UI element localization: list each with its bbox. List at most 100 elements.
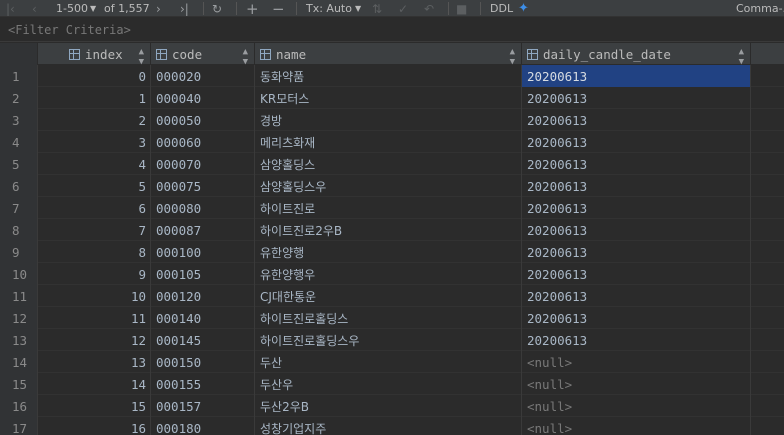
- cell-name[interactable]: 하이트진로: [255, 197, 522, 219]
- filter-criteria-input[interactable]: <Filter Criteria>: [0, 19, 784, 42]
- sort-icon[interactable]: ▲ ▼: [739, 47, 744, 67]
- page-range-selector[interactable]: 1-500 ▼: [56, 0, 96, 17]
- cell-code[interactable]: 000050: [151, 109, 255, 131]
- cell-name[interactable]: 삼양홀딩스우: [255, 175, 522, 197]
- cell-code[interactable]: 000060: [151, 131, 255, 153]
- cell-name[interactable]: KR모터스: [255, 87, 522, 109]
- refresh-icon[interactable]: ↻: [212, 0, 222, 17]
- cell-name[interactable]: 메리츠화재: [255, 131, 522, 153]
- cell-code[interactable]: 000145: [151, 329, 255, 351]
- cell-name[interactable]: 두산2우B: [255, 395, 522, 417]
- cell-name[interactable]: 동화약품: [255, 65, 522, 87]
- cell-code[interactable]: 000100: [151, 241, 255, 263]
- table-row[interactable]: 16 15 000157 두산2우B <null>: [0, 395, 784, 417]
- cell-index[interactable]: 1: [38, 87, 151, 109]
- cell-name[interactable]: 삼양홀딩스: [255, 153, 522, 175]
- db-submit-icon[interactable]: ⇅: [372, 0, 382, 17]
- tx-mode-selector[interactable]: Tx: Auto ▼: [306, 0, 361, 17]
- cell-name[interactable]: 하이트진로홀딩스: [255, 307, 522, 329]
- cell-index[interactable]: 2: [38, 109, 151, 131]
- cell-daily-candle-date[interactable]: 20200613: [522, 241, 751, 263]
- cell-daily-candle-date[interactable]: <null>: [522, 373, 751, 395]
- cell-code[interactable]: 000040: [151, 87, 255, 109]
- table-row[interactable]: 17 16 000180 성창기업지주 <null>: [0, 417, 784, 435]
- cell-name[interactable]: 하이트진로2우B: [255, 219, 522, 241]
- column-header-daily-candle-date[interactable]: daily_candle_date ▲ ▼: [522, 43, 751, 67]
- cell-index[interactable]: 11: [38, 307, 151, 329]
- table-row[interactable]: 15 14 000155 두산우 <null>: [0, 373, 784, 395]
- cell-daily-candle-date[interactable]: 20200613: [522, 65, 751, 87]
- cell-name[interactable]: 경방: [255, 109, 522, 131]
- cell-daily-candle-date[interactable]: 20200613: [522, 329, 751, 351]
- table-row[interactable]: 5 4 000070 삼양홀딩스 20200613: [0, 153, 784, 175]
- cell-name[interactable]: 유한양행우: [255, 263, 522, 285]
- table-row[interactable]: 7 6 000080 하이트진로 20200613: [0, 197, 784, 219]
- cell-name[interactable]: CJ대한통운: [255, 285, 522, 307]
- pin-icon[interactable]: ✦: [518, 0, 529, 17]
- prev-page-icon[interactable]: ‹: [32, 0, 37, 17]
- cell-name[interactable]: 하이트진로홀딩스우: [255, 329, 522, 351]
- delete-row-icon[interactable]: −: [272, 0, 285, 18]
- cell-index[interactable]: 8: [38, 241, 151, 263]
- cell-daily-candle-date[interactable]: 20200613: [522, 175, 751, 197]
- cell-code[interactable]: 000070: [151, 153, 255, 175]
- table-row[interactable]: 3 2 000050 경방 20200613: [0, 109, 784, 131]
- cell-name[interactable]: 유한양행: [255, 241, 522, 263]
- cell-index[interactable]: 3: [38, 131, 151, 153]
- cell-name[interactable]: 두산: [255, 351, 522, 373]
- cell-code[interactable]: 000105: [151, 263, 255, 285]
- cell-index[interactable]: 9: [38, 263, 151, 285]
- table-row[interactable]: 2 1 000040 KR모터스 20200613: [0, 87, 784, 109]
- commit-check-icon[interactable]: ✓: [398, 0, 408, 17]
- cell-code[interactable]: 000180: [151, 417, 255, 435]
- table-row[interactable]: 13 12 000145 하이트진로홀딩스우 20200613: [0, 329, 784, 351]
- cell-index[interactable]: 4: [38, 153, 151, 175]
- cell-daily-candle-date[interactable]: 20200613: [522, 197, 751, 219]
- cell-code[interactable]: 000157: [151, 395, 255, 417]
- cell-daily-candle-date[interactable]: 20200613: [522, 131, 751, 153]
- cell-name[interactable]: 성창기업지주: [255, 417, 522, 435]
- cell-index[interactable]: 6: [38, 197, 151, 219]
- table-row[interactable]: 12 11 000140 하이트진로홀딩스 20200613: [0, 307, 784, 329]
- table-row[interactable]: 10 9 000105 유한양행우 20200613: [0, 263, 784, 285]
- ddl-button[interactable]: DDL: [490, 0, 513, 17]
- table-row[interactable]: 6 5 000075 삼양홀딩스우 20200613: [0, 175, 784, 197]
- column-header-index[interactable]: index ▲ ▼: [38, 43, 151, 67]
- cell-index[interactable]: 0: [38, 65, 151, 87]
- cell-index[interactable]: 12: [38, 329, 151, 351]
- cell-code[interactable]: 000087: [151, 219, 255, 241]
- cell-index[interactable]: 10: [38, 285, 151, 307]
- table-row[interactable]: 11 10 000120 CJ대한통운 20200613: [0, 285, 784, 307]
- stop-icon[interactable]: ■: [456, 0, 467, 17]
- table-row[interactable]: 14 13 000150 두산 <null>: [0, 351, 784, 373]
- sort-icon[interactable]: ▲ ▼: [139, 47, 144, 67]
- cell-index[interactable]: 15: [38, 395, 151, 417]
- cell-code[interactable]: 000150: [151, 351, 255, 373]
- cell-code[interactable]: 000120: [151, 285, 255, 307]
- sort-icon[interactable]: ▲ ▼: [510, 47, 515, 67]
- sort-icon[interactable]: ▲ ▼: [243, 47, 248, 67]
- next-page-icon[interactable]: ›: [156, 0, 161, 17]
- cell-daily-candle-date[interactable]: 20200613: [522, 219, 751, 241]
- cell-daily-candle-date[interactable]: 20200613: [522, 109, 751, 131]
- column-header-name[interactable]: name ▲ ▼: [255, 43, 522, 67]
- cell-daily-candle-date[interactable]: 20200613: [522, 153, 751, 175]
- cell-daily-candle-date[interactable]: 20200613: [522, 87, 751, 109]
- table-row[interactable]: 1 0 000020 동화약품 20200613: [0, 65, 784, 87]
- cell-code[interactable]: 000020: [151, 65, 255, 87]
- format-selector[interactable]: Comma-...: [736, 0, 784, 17]
- cell-daily-candle-date[interactable]: 20200613: [522, 263, 751, 285]
- column-header-code[interactable]: code ▲ ▼: [151, 43, 255, 67]
- cell-index[interactable]: 13: [38, 351, 151, 373]
- cell-daily-candle-date[interactable]: <null>: [522, 351, 751, 373]
- cell-code[interactable]: 000140: [151, 307, 255, 329]
- cell-code[interactable]: 000080: [151, 197, 255, 219]
- cell-code[interactable]: 000155: [151, 373, 255, 395]
- last-page-icon[interactable]: ›|: [180, 0, 189, 17]
- cell-daily-candle-date[interactable]: <null>: [522, 395, 751, 417]
- table-row[interactable]: 9 8 000100 유한양행 20200613: [0, 241, 784, 263]
- add-row-icon[interactable]: +: [246, 0, 259, 18]
- cell-index[interactable]: 14: [38, 373, 151, 395]
- rollback-icon[interactable]: ↶: [424, 0, 434, 17]
- cell-daily-candle-date[interactable]: 20200613: [522, 307, 751, 329]
